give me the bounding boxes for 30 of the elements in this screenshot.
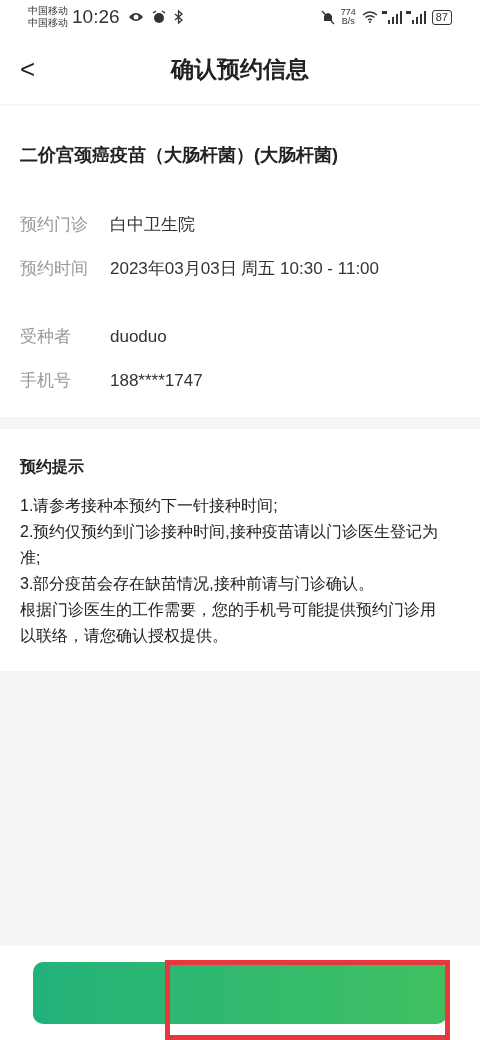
mute-bell-icon — [320, 9, 335, 25]
confirm-button[interactable] — [33, 962, 447, 1024]
page-title: 确认预约信息 — [171, 54, 309, 84]
eye-icon — [127, 11, 144, 23]
field-value: 2023年03月03日 周五 10:30 - 11:00 — [110, 258, 379, 281]
notice-text: 根据门诊医生的工作需要，您的手机号可能提供预约门诊用以联络，请您确认授权提供。 — [20, 600, 437, 646]
alarm-icon — [151, 10, 166, 24]
field-label: 预约时间 — [20, 258, 89, 281]
vaccine-name: 二价宫颈癌疫苗（大肠杆菌）(大肠杆菌) — [20, 144, 339, 167]
field-value: 白中卫生院 — [110, 214, 195, 237]
speed-unit: B/s — [341, 17, 355, 26]
wifi-icon — [361, 11, 378, 23]
field-value: 188****1747 — [110, 370, 203, 393]
field-label: 预约门诊 — [20, 214, 89, 237]
notice-title: 预约提示 — [20, 457, 85, 477]
notice-text: 3.部分疫苗会存在缺苗情况,接种前请与门诊确认。 — [20, 574, 375, 594]
network-speed: 774 — [340, 8, 356, 17]
carrier-name: 中国移动 — [28, 17, 68, 29]
field-label: 受种者 — [20, 326, 72, 349]
signal-icon — [381, 10, 402, 24]
carrier-name: 中国移动 — [28, 5, 68, 17]
back-button[interactable]: < — [16, 49, 40, 89]
notice-text: 2.预约仅预约到门诊接种时间,接种疫苗请以门诊医生登记为准; — [20, 522, 439, 568]
bluetooth-icon — [173, 10, 183, 24]
notice-text: 1.请参考接种本预约下一针接种时间; — [20, 496, 279, 516]
battery-level: 87 — [431, 9, 452, 25]
field-label: 手机号 — [20, 370, 72, 393]
signal-icon — [405, 10, 426, 24]
status-time: 10:26 — [72, 4, 120, 29]
field-value: duoduo — [110, 326, 167, 349]
